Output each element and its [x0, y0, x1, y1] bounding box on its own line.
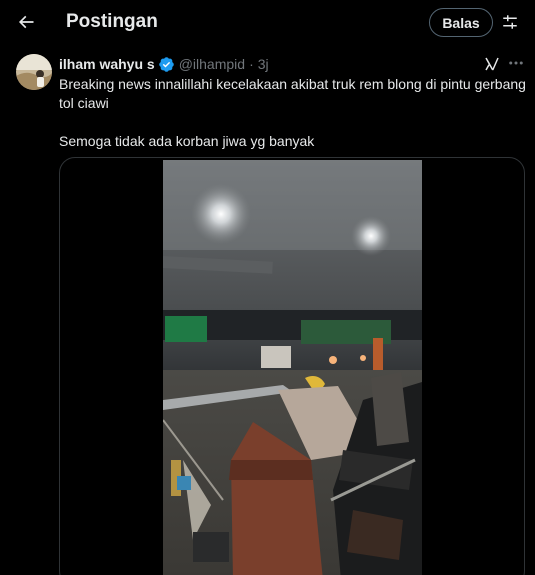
top-bar: Postingan Balas — [0, 0, 535, 46]
more-options-button[interactable] — [507, 54, 525, 72]
filter-button[interactable] — [497, 9, 523, 35]
post-text: Breaking news innalillahi kecelakaan aki… — [59, 75, 529, 151]
video-thumbnail — [163, 160, 422, 575]
page-title: Postingan — [66, 11, 158, 32]
sliders-icon — [503, 15, 517, 29]
post-text-line: Semoga tidak ada korban jiwa yg banyak — [59, 133, 315, 149]
author-name[interactable]: ilham wahyu s — [59, 56, 155, 72]
author-line: ilham wahyu s @ilhampid · 3j — [59, 54, 269, 74]
post-timestamp[interactable]: 3j — [258, 56, 269, 72]
author-handle[interactable]: @ilhampid — [179, 56, 245, 72]
arrow-left-icon — [18, 15, 34, 29]
post: ilham wahyu s @ilhampid · 3j Breaking ne… — [0, 46, 535, 575]
separator-dot: · — [249, 56, 254, 72]
more-horizontal-icon — [509, 61, 523, 65]
avatar-image — [16, 54, 52, 90]
verified-badge-icon — [158, 56, 175, 73]
grok-icon — [485, 57, 499, 71]
video-player[interactable] — [59, 157, 525, 575]
reply-button[interactable]: Balas — [429, 8, 493, 37]
grok-button[interactable] — [483, 55, 501, 73]
avatar[interactable] — [16, 54, 52, 90]
back-button[interactable] — [10, 6, 42, 38]
post-text-line: Breaking news innalillahi kecelakaan aki… — [59, 76, 526, 111]
video-frame — [163, 160, 422, 575]
